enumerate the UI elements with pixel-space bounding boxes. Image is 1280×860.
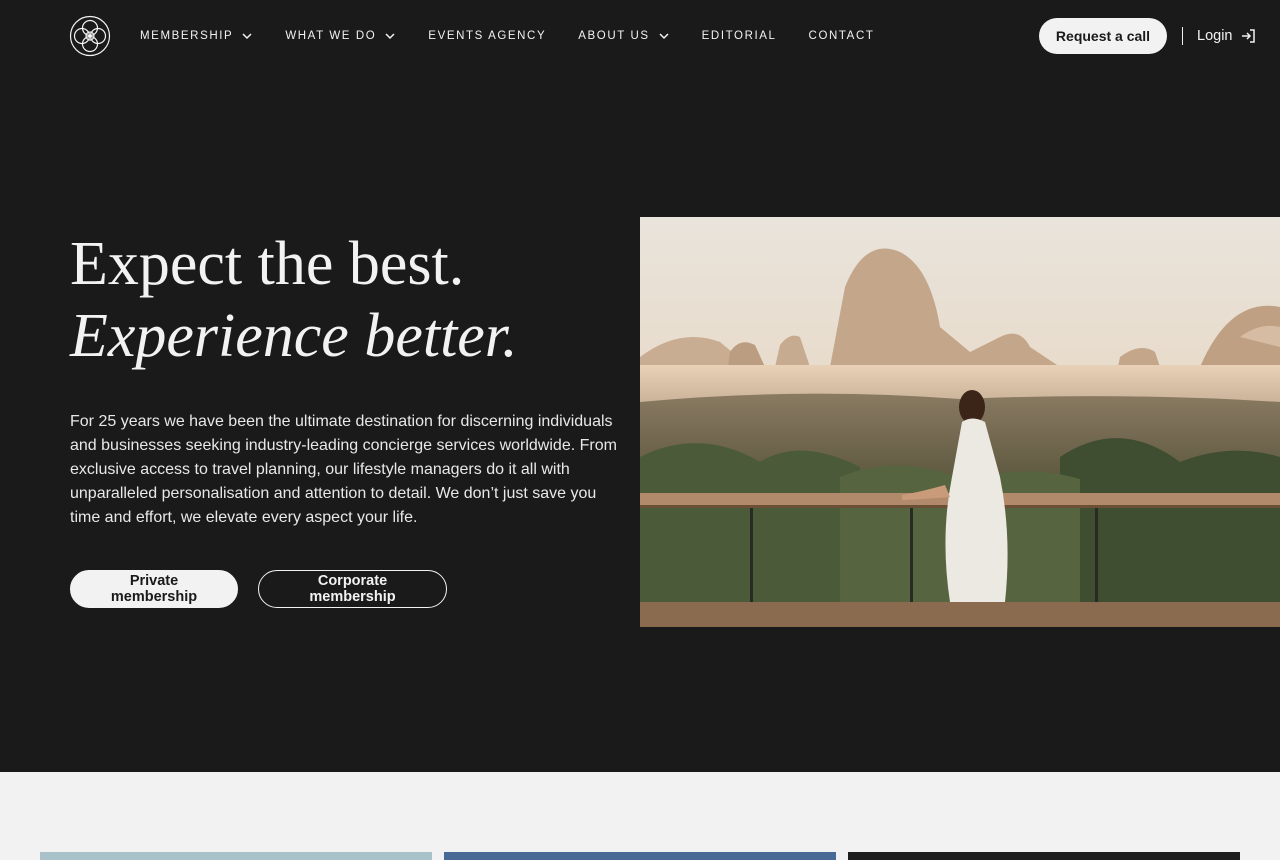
site-header: MEMBERSHIP WHAT WE DO EVENTS AGENCY ABOU…	[0, 0, 1280, 72]
nav-item-label: CONTACT	[808, 30, 875, 42]
corporate-membership-button[interactable]: Corporate membership	[258, 570, 447, 608]
nav-item-about-us[interactable]: ABOUT US	[578, 30, 669, 42]
hero-title-line2: Experience better.	[70, 302, 518, 370]
chevron-down-icon	[659, 33, 669, 40]
feature-card[interactable]	[444, 852, 836, 860]
nav-item-label: EDITORIAL	[701, 30, 777, 42]
chevron-down-icon	[385, 33, 395, 40]
hero-image	[640, 217, 1280, 627]
login-arrow-icon	[1242, 29, 1256, 43]
header-divider	[1182, 27, 1183, 45]
nav-item-editorial[interactable]: EDITORIAL	[702, 30, 777, 42]
nav-item-label: WHAT WE DO	[285, 30, 377, 42]
request-call-button[interactable]: Request a call	[1039, 18, 1167, 54]
chevron-down-icon	[242, 33, 252, 40]
nav-item-label: MEMBERSHIP	[140, 30, 234, 42]
feature-card[interactable]	[40, 852, 432, 860]
hero-landscape-image	[640, 217, 1280, 627]
hero-buttons: Private membership Corporate membership	[70, 570, 447, 608]
main-nav: MEMBERSHIP WHAT WE DO EVENTS AGENCY ABOU…	[140, 0, 906, 72]
login-link[interactable]: Login	[1197, 24, 1256, 48]
nav-item-events-agency[interactable]: EVENTS AGENCY	[428, 30, 546, 42]
nav-item-contact[interactable]: CONTACT	[809, 30, 875, 42]
nav-item-label: EVENTS AGENCY	[428, 30, 547, 42]
hero-description: For 25 years we have been the ultimate d…	[70, 413, 617, 526]
login-label: Login	[1197, 28, 1233, 44]
private-membership-button[interactable]: Private membership	[70, 570, 238, 608]
hero-title: Expect the best. Experience better.	[70, 228, 518, 372]
feature-card[interactable]	[848, 852, 1240, 860]
lower-section	[0, 772, 1280, 860]
nav-item-what-we-do[interactable]: WHAT WE DO	[285, 30, 396, 42]
nav-item-label: ABOUT US	[578, 30, 650, 42]
monogram-logo-icon[interactable]	[69, 15, 111, 57]
hero-title-line1: Expect the best.	[70, 230, 465, 298]
nav-item-membership[interactable]: MEMBERSHIP	[140, 30, 253, 42]
